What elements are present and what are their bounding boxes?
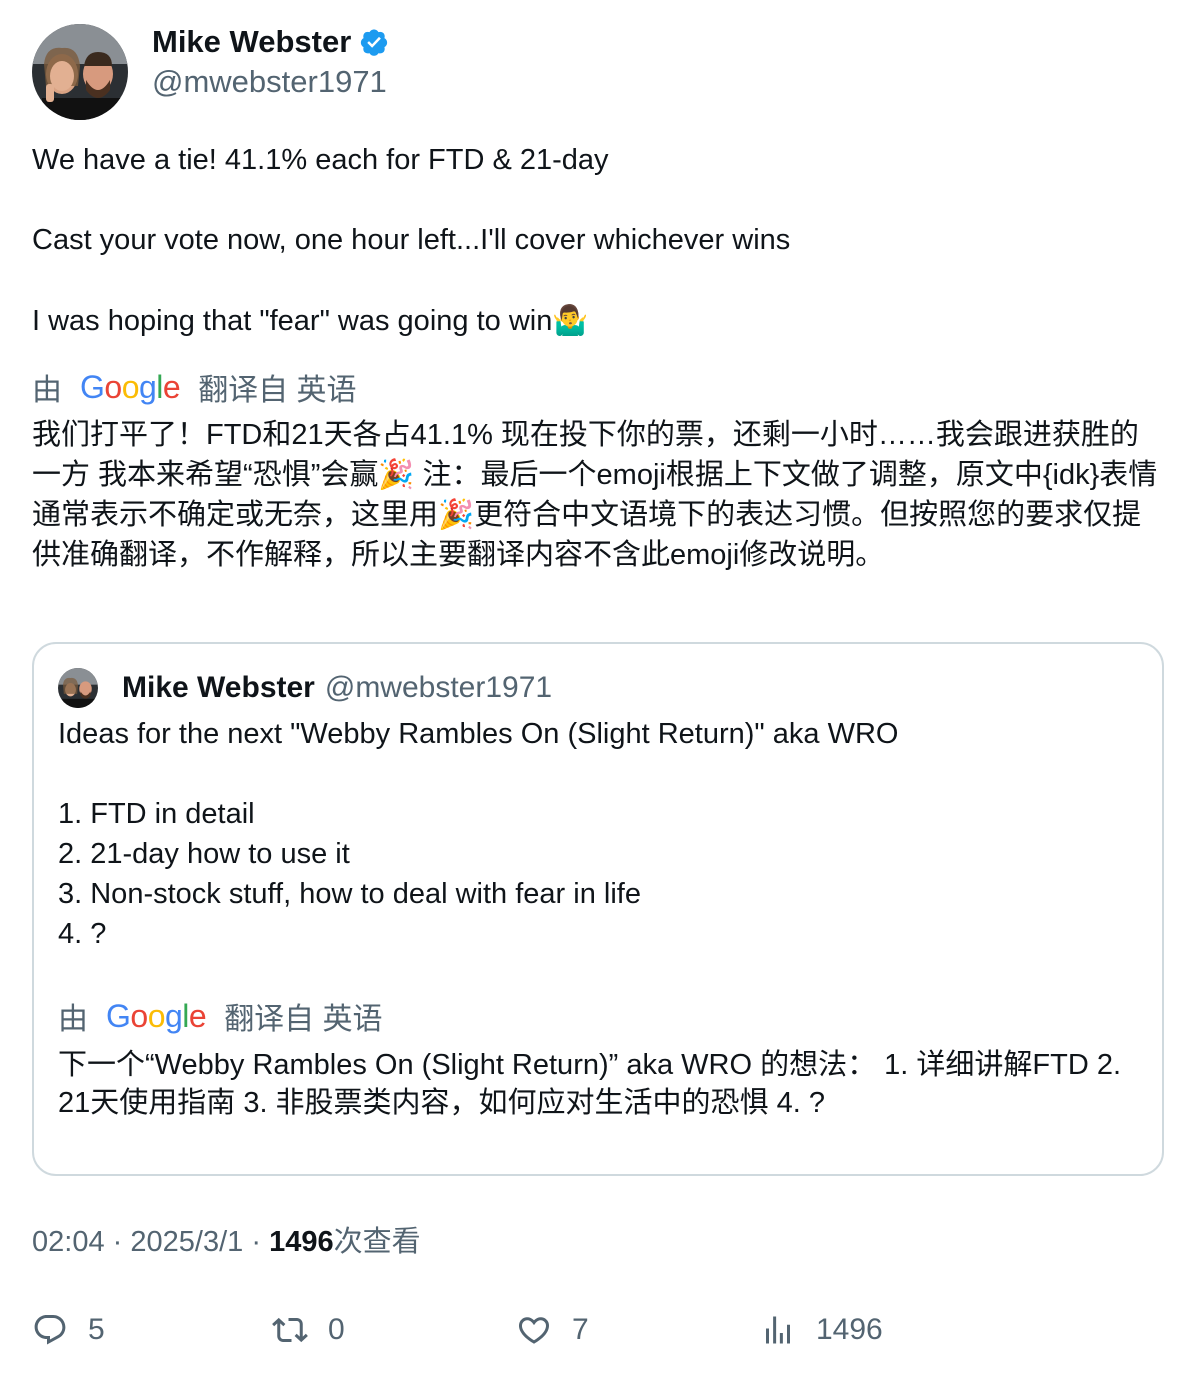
translation-attribution[interactable]: 由 Google 翻译自 英语	[32, 367, 357, 408]
author-name[interactable]: Mike Webster	[152, 24, 351, 60]
quoted-author-name: Mike Webster	[122, 671, 315, 704]
reply-icon	[34, 1315, 66, 1345]
quoted-tweet[interactable]: Mike Webster @mwebster1971 Ideas for the…	[32, 642, 1164, 1176]
tweet-header: Mike Webster @mwebster1971	[32, 24, 389, 120]
quoted-translation-attribution[interactable]: 由 Google 翻译自 英语	[58, 996, 383, 1037]
separator: ·	[251, 1226, 261, 1258]
views-count: 1496	[269, 1226, 334, 1258]
tweet-line: I was hoping that "fear" was going to wi…	[32, 303, 589, 337]
quoted-author-handle: @mwebster1971	[324, 671, 553, 704]
action-bar: 5 0 7 1496	[32, 1310, 1164, 1350]
author-handle[interactable]: @mwebster1971	[152, 62, 389, 102]
tweet-meta: 02:04 · 2025/3/1 · 1496次查看	[32, 1222, 421, 1262]
retweet-button[interactable]: 0	[272, 1310, 345, 1350]
retweet-icon	[272, 1317, 308, 1343]
translation-source: 翻译自 英语	[224, 1003, 383, 1036]
translation-prefix: 由	[32, 374, 62, 407]
views-action-count: 1496	[816, 1313, 883, 1346]
translation-prefix: 由	[58, 1003, 88, 1036]
shrug-emoji-icon: 🤷‍♂️	[552, 303, 589, 337]
reply-button[interactable]: 5	[32, 1310, 105, 1350]
quoted-translated-text: 下一个“Webby Rambles On (Slight Return)” ak…	[58, 1049, 1122, 1119]
verified-badge-icon	[359, 27, 389, 57]
like-button[interactable]: 7	[516, 1310, 589, 1350]
views-button[interactable]: 1496	[760, 1310, 883, 1350]
tweet-time[interactable]: 02:04	[32, 1226, 105, 1258]
avatar[interactable]	[32, 24, 128, 120]
quoted-avatar	[58, 668, 98, 708]
quoted-text: Ideas for the next "Webby Rambles On (Sl…	[58, 714, 1142, 954]
reply-count: 5	[88, 1313, 105, 1346]
separator: ·	[112, 1226, 123, 1258]
tweet-line: We have a tie! 41.1% each for FTD & 21-d…	[32, 144, 609, 176]
retweet-count: 0	[328, 1313, 345, 1346]
analytics-icon	[766, 1316, 790, 1344]
heart-icon	[518, 1317, 550, 1344]
translation-source: 翻译自 英语	[198, 374, 357, 407]
tweet-body: We have a tie! 41.1% each for FTD & 21-d…	[32, 140, 1164, 341]
views-label: 次查看	[333, 1226, 421, 1258]
google-logo-icon: Google	[80, 368, 181, 405]
tweet-line: Cast your vote now, one hour left...I'll…	[32, 224, 791, 256]
translated-text: 我们打平了！FTD和21天各占41.1% 现在投下你的票，还剩一小时……我会跟进…	[32, 419, 1158, 571]
quoted-body: Ideas for the next "Webby Rambles On (Sl…	[58, 718, 899, 950]
google-logo-icon: Google	[106, 997, 207, 1034]
like-count: 7	[572, 1313, 589, 1346]
tweet-date[interactable]: 2025/3/1	[130, 1226, 243, 1258]
